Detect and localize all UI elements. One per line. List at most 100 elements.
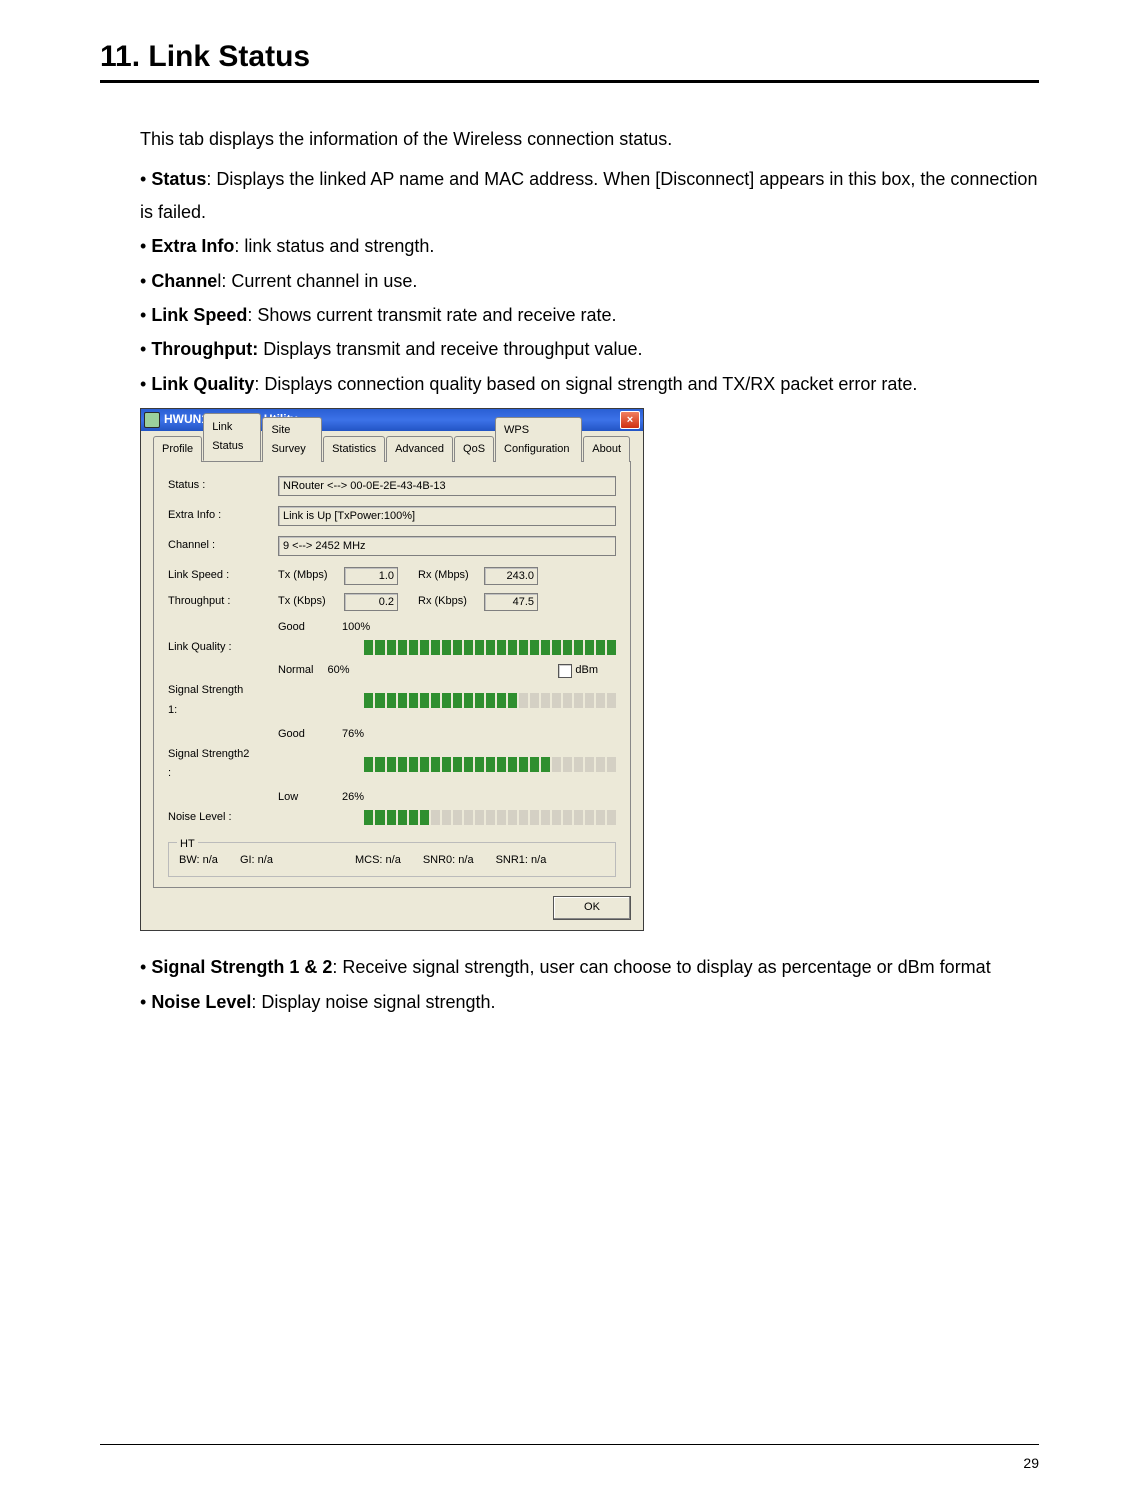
bar-segment	[519, 640, 528, 655]
bar-segment	[497, 757, 506, 772]
bar-segment	[375, 757, 384, 772]
tab-link-status[interactable]: Link Status	[203, 413, 261, 462]
bar-segment	[607, 693, 616, 708]
bar-segment	[607, 640, 616, 655]
bar-segment	[508, 810, 517, 825]
bar-segment	[552, 640, 561, 655]
bar-segment	[541, 693, 550, 708]
bar-segment	[563, 757, 572, 772]
sig1-qual: Normal	[278, 661, 313, 681]
checkbox-icon[interactable]	[558, 664, 572, 678]
bar-segment	[552, 693, 561, 708]
bar-segment	[364, 757, 373, 772]
bar-segment	[530, 640, 539, 655]
ht-group: HT BW: n/a GI: n/a MCS: n/a SNR0: n/a SN…	[168, 842, 616, 878]
bar-segment	[453, 693, 462, 708]
bar-segment	[364, 693, 373, 708]
link-quality-bar	[364, 640, 616, 655]
bar-segment	[541, 810, 550, 825]
tab-about[interactable]: About	[583, 436, 630, 462]
extra-info-label: Extra Info :	[168, 506, 278, 526]
tab-page: Status : NRouter <--> 00-0E-2E-43-4B-13 …	[153, 462, 631, 888]
bar-segment	[530, 693, 539, 708]
link-quality-pct: 100%	[342, 618, 370, 638]
bar-segment	[442, 640, 451, 655]
bar-segment	[431, 810, 440, 825]
bar-segment	[574, 640, 583, 655]
bar-segment	[585, 693, 594, 708]
bar-segment	[574, 757, 583, 772]
bar-segment	[442, 757, 451, 772]
tab-site-survey[interactable]: Site Survey	[262, 417, 322, 463]
bullet-noise-level: • Noise Level: Display noise signal stre…	[140, 986, 1039, 1018]
noise-pct: 26%	[342, 788, 364, 808]
tab-statistics[interactable]: Statistics	[323, 436, 385, 462]
link-quality-qual: Good	[278, 618, 328, 638]
bar-segment	[409, 640, 418, 655]
bar-segment	[596, 693, 605, 708]
bar-segment	[519, 757, 528, 772]
tab-qos[interactable]: QoS	[454, 436, 494, 462]
ok-button[interactable]: OK	[553, 896, 631, 920]
sig2-qual: Good	[278, 725, 328, 745]
bar-segment	[364, 640, 373, 655]
bar-segment	[552, 757, 561, 772]
page-number: 29	[1023, 1455, 1039, 1471]
bar-segment	[607, 810, 616, 825]
status-label: Status :	[168, 476, 278, 496]
bar-segment	[475, 757, 484, 772]
bar-segment	[596, 810, 605, 825]
bar-segment	[574, 693, 583, 708]
bar-segment	[552, 810, 561, 825]
bar-segment	[508, 640, 517, 655]
bar-segment	[364, 810, 373, 825]
bar-segment	[398, 640, 407, 655]
noise-label: Noise Level :	[168, 808, 254, 828]
dbm-checkbox[interactable]: dBm	[558, 661, 598, 681]
bar-segment	[596, 757, 605, 772]
bar-segment	[563, 693, 572, 708]
bar-segment	[387, 693, 396, 708]
bullet-status: • Status: Displays the linked AP name an…	[140, 163, 1039, 228]
bar-segment	[475, 693, 484, 708]
bar-segment	[530, 757, 539, 772]
throughput-tx-label: Tx (Kbps)	[278, 592, 338, 612]
bar-segment	[453, 640, 462, 655]
bar-segment	[508, 757, 517, 772]
bar-segment	[453, 810, 462, 825]
bar-segment	[464, 693, 473, 708]
bar-segment	[519, 693, 528, 708]
link-speed-rx-value: 243.0	[484, 567, 538, 585]
bar-segment	[387, 640, 396, 655]
footer-rule	[100, 1444, 1039, 1445]
bar-segment	[585, 810, 594, 825]
link-speed-tx-label: Tx (Mbps)	[278, 566, 338, 586]
noise-bar	[364, 810, 616, 825]
bar-segment	[585, 640, 594, 655]
bar-segment	[442, 693, 451, 708]
bar-segment	[420, 810, 429, 825]
sig1-pct: 60%	[327, 661, 349, 681]
bar-segment	[375, 693, 384, 708]
bar-segment	[420, 757, 429, 772]
tab-profile[interactable]: Profile	[153, 436, 202, 462]
bullet-channel: • Channel: Current channel in use.	[140, 265, 1039, 297]
bar-segment	[585, 757, 594, 772]
bar-segment	[409, 757, 418, 772]
bar-segment	[431, 757, 440, 772]
sig2-bar	[364, 757, 616, 772]
ht-snr0: SNR0: n/a	[423, 851, 474, 871]
bar-segment	[398, 810, 407, 825]
bar-segment	[375, 640, 384, 655]
bar-segment	[519, 810, 528, 825]
close-icon[interactable]: ×	[620, 411, 640, 429]
sig2-label: Signal Strength2 :	[168, 745, 254, 785]
bar-segment	[486, 810, 495, 825]
status-value: NRouter <--> 00-0E-2E-43-4B-13	[278, 476, 616, 496]
bar-segment	[497, 810, 506, 825]
tab-wps[interactable]: WPS Configuration	[495, 417, 582, 463]
sig1-label: Signal Strength 1:	[168, 681, 254, 721]
tab-advanced[interactable]: Advanced	[386, 436, 453, 462]
ht-mcs: MCS: n/a	[355, 851, 401, 871]
throughput-label: Throughput :	[168, 592, 278, 612]
